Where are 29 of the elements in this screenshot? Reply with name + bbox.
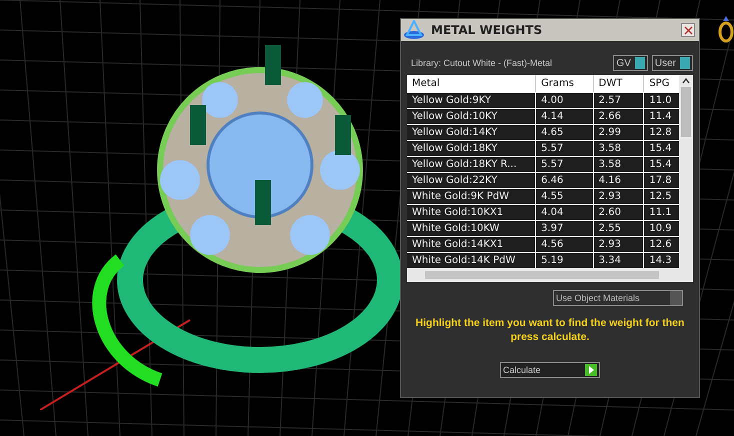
chevron-up-icon[interactable] (682, 78, 690, 84)
play-icon (585, 364, 597, 376)
cone-icon (403, 20, 425, 40)
vertical-scrollbar[interactable] (679, 75, 693, 268)
ring-icon[interactable] (718, 14, 734, 44)
close-icon (684, 26, 692, 34)
scrollbar-thumb[interactable] (681, 87, 692, 137)
toggle-button[interactable]: GV (613, 55, 648, 71)
table-cell-text: 15.4 (648, 158, 673, 172)
use-object-materials-toggle[interactable]: Use Object Materials (553, 290, 683, 306)
instruction-text: Highlight the item you want to find the weight for then press calculate. (414, 316, 686, 344)
scrollbar-thumb[interactable] (425, 271, 659, 279)
table-cell-text: 12.6 (648, 238, 673, 252)
calculate-button[interactable]: Calculate (500, 362, 600, 378)
window-title: METAL WEIGHTS (431, 23, 544, 37)
table-cell-text: 12.5 (648, 190, 673, 204)
toggle-button[interactable]: User (652, 55, 693, 71)
table-cell-text: 11.1 (648, 206, 673, 220)
table-cell-text: 10.9 (648, 222, 673, 236)
close-button[interactable] (681, 23, 695, 37)
table-cell-text: 11.4 (648, 110, 673, 124)
column-header[interactable]: SPG (644, 75, 680, 92)
library-label: Library: Cutout White - (Fast)-Metal (411, 58, 554, 68)
table-cell-text: 17.8 (648, 174, 673, 188)
table-cell-text: 12.8 (648, 126, 673, 140)
horizontal-scrollbar[interactable] (407, 268, 693, 282)
table-cell-text: 15.4 (648, 142, 673, 156)
table-cell-text: 11.0 (648, 94, 673, 108)
table-cell-text: 14.3 (648, 254, 673, 268)
